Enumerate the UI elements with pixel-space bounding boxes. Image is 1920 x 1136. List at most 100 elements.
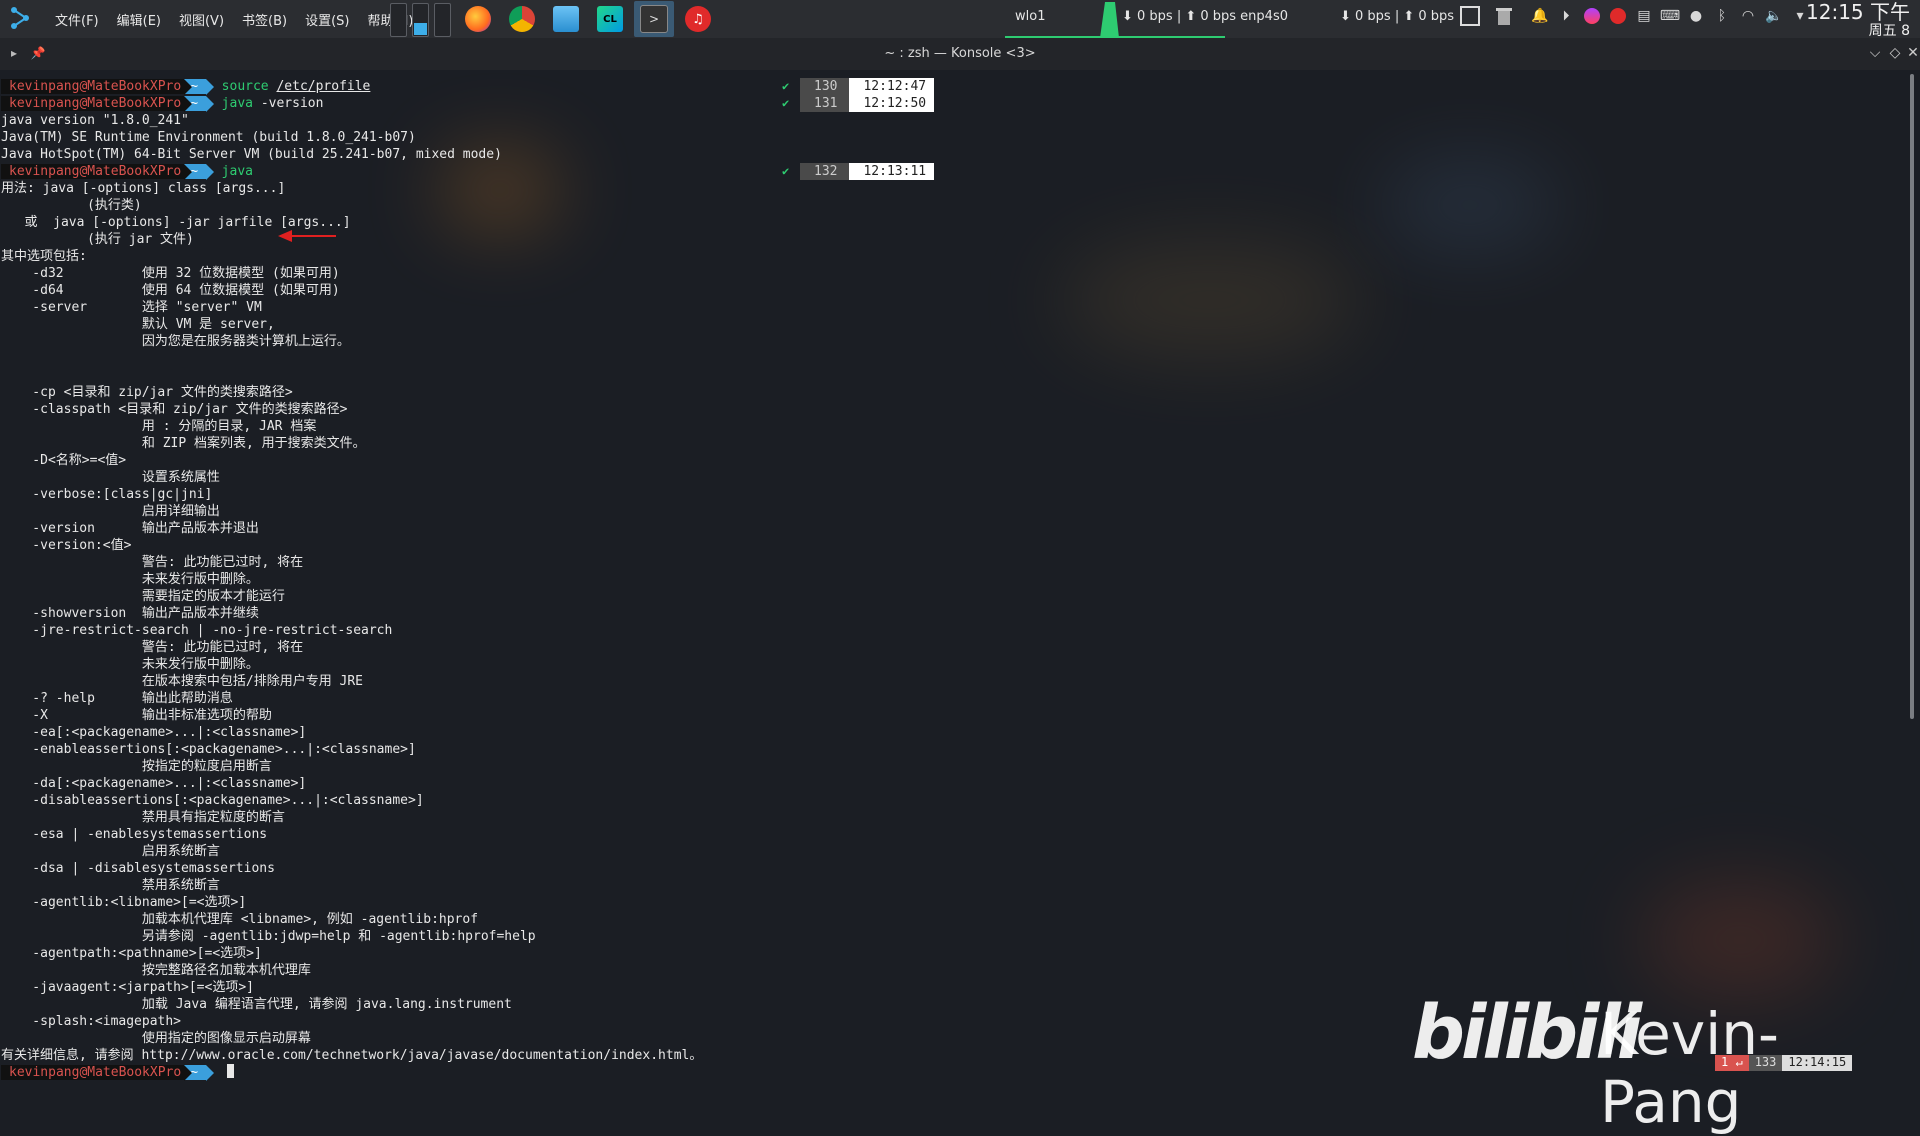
output-line: 启用详细输出 bbox=[1, 504, 220, 519]
task-netease-music[interactable]: ♫ bbox=[678, 1, 718, 37]
desktop-1[interactable] bbox=[390, 3, 407, 37]
output-line: 其中选项包括: bbox=[1, 249, 87, 264]
command-timestamp: 12:12:47 bbox=[849, 78, 935, 95]
output-line: 默认 VM 是 server, bbox=[1, 317, 275, 332]
desktop-3[interactable] bbox=[434, 3, 451, 37]
task-file-manager[interactable] bbox=[546, 1, 586, 37]
red-arrow-annotation bbox=[278, 230, 336, 242]
prompt-line: kevinpang@MateBookXPro ~ bbox=[1, 1064, 234, 1081]
output-line: 未来发行版中删除。 bbox=[1, 572, 259, 587]
right-prompt: ✔ 130 12:12:47 bbox=[782, 78, 935, 95]
menu-file[interactable]: 文件(F) bbox=[46, 10, 108, 29]
output-line: 和 ZIP 档案列表, 用于搜索类文件。 bbox=[1, 436, 366, 451]
output-line: -verbose:[class|gc|jni] bbox=[1, 487, 213, 502]
menu-view[interactable]: 视图(V) bbox=[170, 10, 233, 29]
output-line: 警告: 此功能已过时, 将在 bbox=[1, 640, 304, 655]
system-tray: 🔔 ⏵ ▤ ⌨ ● ᛒ ◠ 🔈 ▾ bbox=[1460, 6, 1810, 26]
music-tray-icon[interactable] bbox=[1608, 6, 1628, 26]
digital-clock[interactable]: 12:15 下午 周五 8 bbox=[1806, 1, 1910, 39]
success-icon: ✔ bbox=[782, 79, 790, 93]
scrollbar[interactable] bbox=[1910, 74, 1914, 719]
minimize-icon[interactable]: ⌵ bbox=[1866, 44, 1884, 62]
command-timestamp: 12:13:11 bbox=[849, 163, 935, 180]
task-konsole[interactable]: > bbox=[634, 1, 674, 37]
output-line: -agentpath:<pathname>[=<选项>] bbox=[1, 946, 262, 961]
command-timestamp: 12:12:50 bbox=[849, 95, 935, 112]
output-line: 用 : 分隔的目录, JAR 档案 bbox=[1, 419, 317, 434]
command-name: source bbox=[221, 79, 269, 94]
prompt-line: kevinpang@MateBookXPro ~ java bbox=[1, 163, 253, 180]
prompt-user: kevinpang@MateBookXPro bbox=[1, 79, 185, 94]
output-line: -jre-restrict-search | -no-jre-restrict-… bbox=[1, 623, 393, 638]
task-firefox[interactable] bbox=[458, 1, 498, 37]
prompt-dir: ~ bbox=[184, 96, 207, 111]
prompt-line: kevinpang@MateBookXPro ~ source /etc/prof… bbox=[1, 78, 370, 95]
wifi-icon[interactable]: ◠ bbox=[1738, 6, 1758, 26]
output-line: java version "1.8.0_241" bbox=[1, 113, 189, 128]
prompt-line: kevinpang@MateBookXPro ~ java -version bbox=[1, 95, 323, 112]
notifications-icon[interactable]: 🔔 bbox=[1530, 6, 1550, 26]
output-line: -d64 使用 64 位数据模型 (如果可用) bbox=[1, 283, 340, 298]
desktop-2[interactable] bbox=[412, 3, 429, 37]
app-tray-icon[interactable] bbox=[1582, 6, 1602, 26]
output-line: 加载 Java 编程语言代理, 请参阅 java.lang.instrument bbox=[1, 997, 512, 1012]
window-titlebar[interactable]: ▸ 📌 ~ : zsh — Konsole <3> ⌵ ◇ ✕ bbox=[0, 38, 1920, 70]
output-line: 因为您是在服务器类计算机上运行。 bbox=[1, 334, 350, 349]
network-interface-label: wlo1 bbox=[1015, 9, 1046, 24]
task-clion[interactable]: CL bbox=[590, 1, 630, 37]
bluetooth-icon[interactable]: ᛒ bbox=[1712, 6, 1732, 26]
keyboard-icon[interactable]: ⌨ bbox=[1660, 6, 1680, 26]
output-line: -showversion 输出产品版本并继续 bbox=[1, 606, 259, 621]
output-line: -da[:<packagename>...|:<classname>] bbox=[1, 776, 307, 791]
prompt-user: kevinpang@MateBookXPro bbox=[1, 1065, 185, 1080]
terminal-output[interactable]: ✔ 130 12:12:47 kevinpang@MateBookXPro ~ sour… bbox=[0, 70, 1906, 1080]
history-number: 131 bbox=[800, 95, 850, 112]
clion-icon: CL bbox=[597, 6, 623, 32]
output-line: 警告: 此功能已过时, 将在 bbox=[1, 555, 304, 570]
network-speed-enp4s0: ⬇ 0 bps | ⬆ 0 bps enp4s0 bbox=[1122, 9, 1288, 24]
media-player-icon[interactable]: ⏵ bbox=[1556, 6, 1576, 26]
output-line: 在版本搜索中包括/排除用户专用 JRE bbox=[1, 674, 364, 689]
prompt-dir: ~ bbox=[184, 79, 207, 94]
output-line: 未来发行版中删除。 bbox=[1, 657, 259, 672]
trash-icon[interactable] bbox=[1494, 6, 1514, 26]
output-line: 启用系统断言 bbox=[1, 844, 220, 859]
application-launcher-icon[interactable] bbox=[6, 4, 36, 34]
show-desktop-icon[interactable] bbox=[1460, 6, 1480, 26]
menu-settings[interactable]: 设置(S) bbox=[296, 10, 358, 29]
close-icon[interactable]: ✕ bbox=[1904, 44, 1920, 62]
output-line: 另请参阅 -agentlib:jdwp=help 和 -agentlib:hpr… bbox=[1, 929, 536, 944]
clipboard-icon[interactable]: ▤ bbox=[1634, 6, 1654, 26]
firefox-icon bbox=[465, 6, 491, 32]
output-line: 加载本机代理库 <libname>, 例如 -agentlib:hprof bbox=[1, 912, 479, 927]
prompt-user: kevinpang@MateBookXPro bbox=[1, 164, 185, 179]
maximize-icon[interactable]: ◇ bbox=[1886, 44, 1904, 62]
menu-bookmarks[interactable]: 书签(B) bbox=[233, 10, 296, 29]
lightbulb-icon[interactable]: ● bbox=[1686, 6, 1706, 26]
command-arg: -version bbox=[260, 96, 324, 111]
output-line: (执行 jar 文件) bbox=[1, 232, 194, 247]
output-line: Java(TM) SE Runtime Environment (build 1… bbox=[1, 130, 416, 145]
output-line: 使用指定的图像显示启动屏幕 bbox=[1, 1031, 311, 1046]
output-line: -server 选择 "server" VM bbox=[1, 300, 262, 315]
command-arg: /etc/profile bbox=[276, 79, 371, 94]
output-line: 禁用具有指定粒度的断言 bbox=[1, 810, 285, 825]
virtual-desktop-pager bbox=[390, 3, 451, 37]
clock-date: 周五 8 bbox=[1868, 23, 1910, 39]
command-name: java bbox=[221, 164, 253, 179]
output-line: 按指定的粒度启用断言 bbox=[1, 759, 272, 774]
output-line: -classpath <目录和 zip/jar 文件的类搜索路径> bbox=[1, 402, 348, 417]
task-chrome[interactable] bbox=[502, 1, 542, 37]
menu-edit[interactable]: 编辑(E) bbox=[108, 10, 170, 29]
right-prompt: ✔ 131 12:12:50 bbox=[782, 95, 935, 112]
success-icon: ✔ bbox=[782, 96, 790, 110]
menu-bar: 文件(F) 编辑(E) 视图(V) 书签(B) 设置(S) 帮助(H) bbox=[46, 0, 422, 38]
output-line: -ea[:<packagename>...|:<classname>] bbox=[1, 725, 307, 740]
output-line: (执行类) bbox=[1, 198, 142, 213]
output-line: -enableassertions[:<packagename>...|:<cl… bbox=[1, 742, 416, 757]
volume-icon[interactable]: 🔈 bbox=[1764, 6, 1784, 26]
chrome-icon bbox=[509, 6, 535, 32]
output-line: -javaagent:<jarpath>[=<选项>] bbox=[1, 980, 254, 995]
command-number: 133 bbox=[1748, 1055, 1783, 1071]
output-line: -disableassertions[:<packagename>...|:<c… bbox=[1, 793, 424, 808]
